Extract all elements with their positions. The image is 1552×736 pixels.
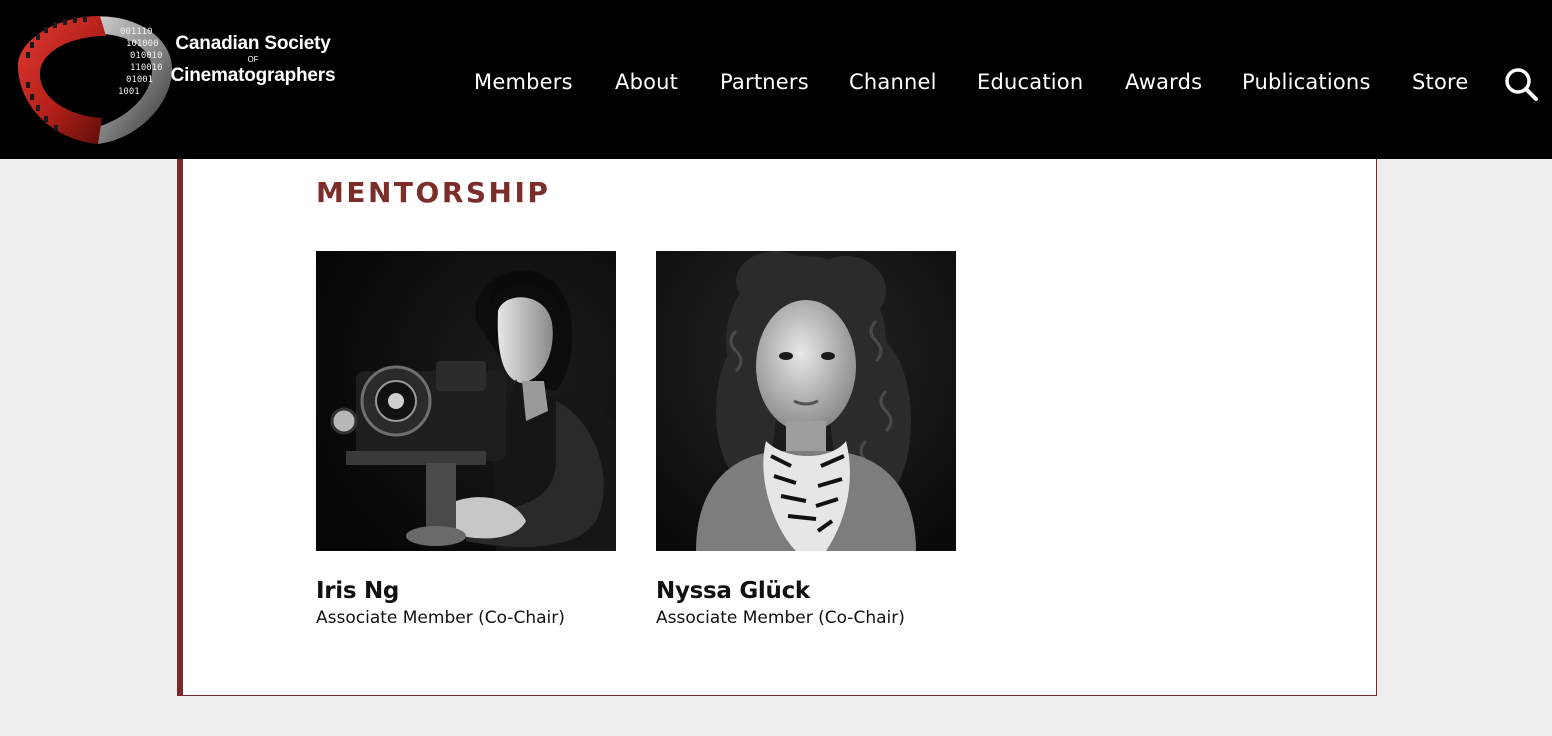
search-icon[interactable] [1503, 66, 1539, 102]
nav-item-publications[interactable]: Publications [1242, 70, 1371, 94]
site-header: 001110 101000 010010 110010 01001 1001 C… [0, 0, 1552, 159]
person-role: Associate Member (Co-Chair) [656, 608, 905, 628]
person-name: Iris Ng [316, 578, 400, 604]
nav-item-awards[interactable]: Awards [1125, 70, 1202, 94]
logo-line-1: Canadian Society [175, 33, 331, 54]
portrait-photo [656, 251, 956, 551]
nav-item-about[interactable]: About [615, 70, 678, 94]
person-name: Nyssa Glück [656, 578, 810, 604]
portrait-photo [316, 251, 616, 551]
svg-text:101000: 101000 [126, 39, 159, 49]
nav-item-partners[interactable]: Partners [720, 70, 809, 94]
person-card-nyssa-gluck[interactable]: Nyssa Glück Associate Member (Co-Chair) [656, 251, 956, 628]
logo-wordmark: Canadian Society OF Cinematographers [168, 34, 338, 85]
svg-text:1001: 1001 [118, 87, 140, 97]
nav-item-channel[interactable]: Channel [849, 70, 937, 94]
film-reel-logo-icon: 001110 101000 010010 110010 01001 1001 [17, 16, 173, 144]
section-title: MENTORSHIP [316, 176, 551, 209]
nav-item-store[interactable]: Store [1412, 70, 1469, 94]
svg-text:001110: 001110 [120, 27, 153, 37]
nav-item-members[interactable]: Members [474, 70, 573, 94]
person-card-iris-ng[interactable]: Iris Ng Associate Member (Co-Chair) [316, 251, 616, 628]
person-role: Associate Member (Co-Chair) [316, 608, 565, 628]
svg-text:110010: 110010 [130, 63, 163, 73]
svg-text:010010: 010010 [130, 51, 163, 61]
nav-item-education[interactable]: Education [977, 70, 1083, 94]
logo-line-2: OF [247, 55, 259, 64]
logo-line-3: Cinematographers [170, 65, 336, 86]
svg-text:01001: 01001 [126, 75, 153, 85]
